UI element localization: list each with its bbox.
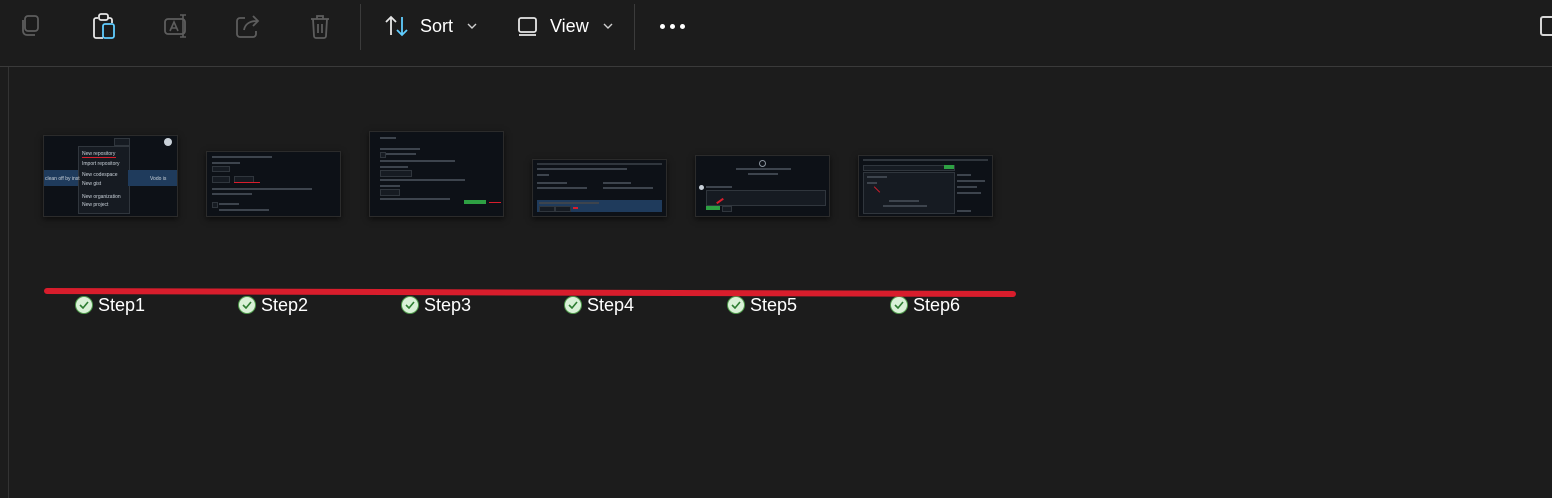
- chevron-down-icon: [467, 23, 477, 29]
- synced-check-icon: [890, 296, 908, 314]
- more-options-icon[interactable]: [654, 14, 690, 38]
- thumbnail: [369, 131, 504, 217]
- synced-check-icon: [727, 296, 745, 314]
- toolbar-separator: [634, 4, 635, 50]
- view-icon: [518, 17, 537, 36]
- share-icon[interactable]: [232, 10, 264, 42]
- command-bar: Sort View: [0, 0, 1552, 67]
- paste-icon[interactable]: [88, 10, 120, 42]
- delete-icon[interactable]: [304, 10, 336, 42]
- thumbnail: New repository Import repository New cod…: [43, 135, 178, 217]
- file-list-area: New repository Import repository New cod…: [0, 67, 1552, 498]
- details-pane-icon[interactable]: [1540, 16, 1552, 36]
- thumb-text: New gist: [82, 181, 102, 187]
- thumb-text: New project: [82, 202, 109, 208]
- thumb-text: Vodo is: [150, 176, 167, 182]
- view-label: View: [550, 15, 589, 36]
- synced-check-icon: [75, 296, 93, 314]
- sort-button[interactable]: Sort: [384, 10, 477, 42]
- file-name: Step5: [727, 293, 797, 317]
- sort-icon: [385, 15, 408, 37]
- sort-label: Sort: [420, 15, 454, 36]
- synced-check-icon: [238, 296, 256, 314]
- thumbnail: [858, 155, 993, 217]
- synced-check-icon: [401, 296, 419, 314]
- thumb-text: New organization: [82, 194, 121, 200]
- thumbnail: [695, 155, 830, 217]
- thumbnail: [206, 151, 341, 217]
- pane-divider[interactable]: [8, 67, 9, 498]
- synced-check-icon: [564, 296, 582, 314]
- copy-icon[interactable]: [16, 10, 48, 42]
- toolbar-separator: [360, 4, 361, 50]
- chevron-down-icon: [603, 23, 613, 29]
- file-name: Step2: [238, 293, 308, 317]
- file-name: Step3: [401, 293, 471, 317]
- file-name: Step1: [75, 293, 145, 317]
- file-name: Step4: [564, 293, 634, 317]
- thumbnail: [532, 159, 667, 217]
- thumb-text: New codespace: [82, 172, 118, 178]
- thumb-text: clean off by inst: [45, 176, 80, 182]
- rename-icon[interactable]: [160, 10, 192, 42]
- red-annotation-underline: [43, 288, 1017, 298]
- view-button[interactable]: View: [516, 10, 613, 42]
- thumb-text: Import repository: [82, 161, 120, 167]
